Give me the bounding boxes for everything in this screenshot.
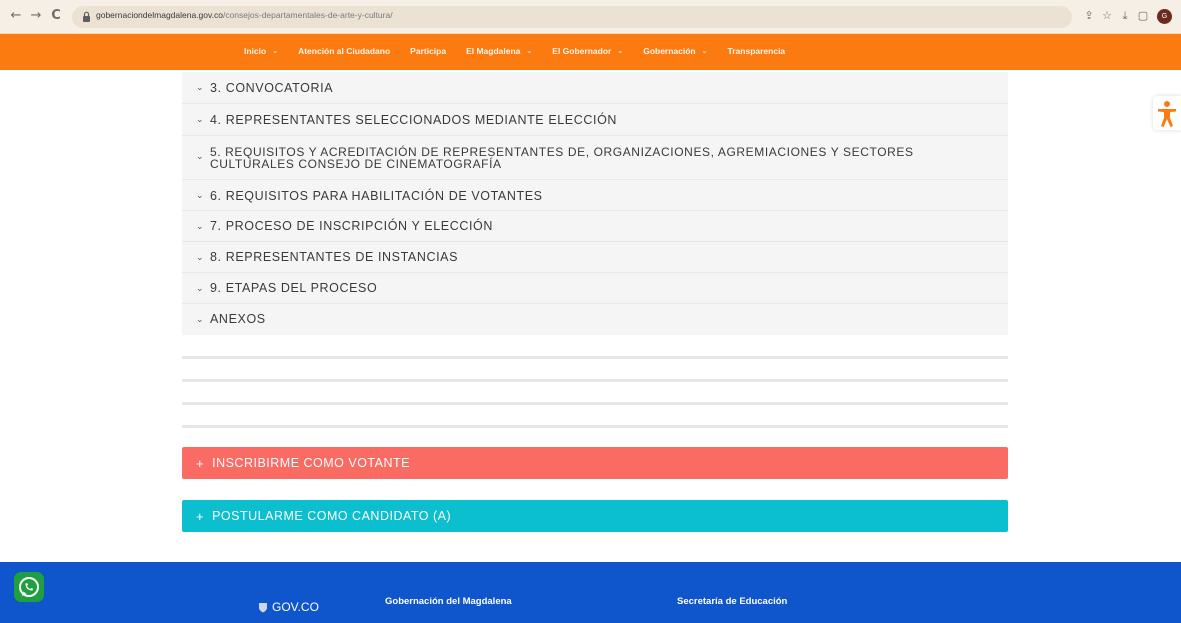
- chevron-down-icon: ⌄: [701, 48, 708, 55]
- accordion-item[interactable]: ⌄ 7. PROCESO DE INSCRIPCIÓN Y ELECCIÓN: [182, 211, 1008, 242]
- nav-item-label: El Magdalena: [466, 46, 521, 56]
- accordion-item[interactable]: ⌄ ANEXOS: [182, 304, 1008, 335]
- chevron-down-icon: ⌄: [196, 152, 204, 162]
- accessibility-widget[interactable]: [1153, 96, 1181, 130]
- govco-logo[interactable]: GOV.CO: [258, 600, 319, 614]
- chevron-down-icon: ⌄: [196, 315, 204, 325]
- nav-item-label: Participa: [410, 46, 447, 56]
- nav-item-el-gobernador[interactable]: El Gobernador ⌄: [552, 46, 623, 56]
- accordion-item-label: 5. REQUISITOS Y ACREDITACIÓN DE REPRESEN…: [210, 145, 914, 171]
- footer: [0, 562, 1181, 623]
- accordion-item-label: ANEXOS: [210, 312, 266, 326]
- accordion: ⌄ 3. CONVOCATORIA ⌄ 4. REPRESENTANTES SE…: [182, 72, 1008, 335]
- register-voter-label: INSCRIBIRME COMO VOTANTE: [212, 456, 410, 470]
- apply-candidate-label: POSTULARME COMO CANDIDATO (A): [212, 509, 452, 523]
- chevron-down-icon: ⌄: [526, 48, 533, 55]
- govco-shield-icon: [259, 602, 267, 612]
- chevron-down-icon: ⌄: [617, 48, 624, 55]
- register-voter-button[interactable]: + INSCRIBIRME COMO VOTANTE: [182, 447, 1008, 479]
- divider: [182, 425, 1008, 428]
- profile-avatar[interactable]: G: [1157, 9, 1172, 24]
- accordion-item[interactable]: ⌄ 4. REPRESENTANTES SELECCIONADOS MEDIAN…: [182, 104, 1008, 136]
- bookmark-star-icon[interactable]: ☆: [1100, 9, 1114, 23]
- nav-item-label: El Gobernador: [552, 46, 612, 56]
- divider: [182, 356, 1008, 359]
- plus-icon: +: [196, 455, 205, 471]
- accordion-item-label: 7. PROCESO DE INSCRIPCIÓN Y ELECCIÓN: [210, 219, 494, 233]
- accordion-item[interactable]: ⌄ 5. REQUISITOS Y ACREDITACIÓN DE REPRES…: [182, 136, 1008, 180]
- footer-col-title: Secretaría de Educación: [677, 596, 788, 607]
- apply-candidate-button[interactable]: + POSTULARME COMO CANDIDATO (A): [182, 500, 1008, 532]
- address-bar[interactable]: gobernaciondelmagdalena.gov.co/consejos-…: [72, 6, 1072, 28]
- accordion-item[interactable]: ⌄ 3. CONVOCATORIA: [182, 72, 1008, 104]
- chevron-down-icon: ⌄: [272, 48, 279, 55]
- main-navigation: Inicio ⌄ Atención al Ciudadano Participa El …: [0, 34, 1181, 70]
- nav-item-inicio[interactable]: Inicio ⌄: [244, 46, 278, 56]
- chevron-down-icon: ⌄: [196, 115, 204, 125]
- reload-icon[interactable]: C: [48, 8, 64, 24]
- chevron-down-icon: ⌄: [196, 222, 204, 232]
- accordion-item[interactable]: ⌄ 6. REQUISITOS PARA HABILITACIÓN DE VOT…: [182, 180, 1008, 211]
- accordion-item-label: 3. CONVOCATORIA: [210, 81, 334, 95]
- accordion-item-label: 9. ETAPAS DEL PROCESO: [210, 281, 378, 295]
- chevron-down-icon: ⌄: [196, 83, 204, 93]
- chevron-down-icon: ⌄: [196, 284, 204, 294]
- nav-item-transparencia[interactable]: Transparencia: [728, 46, 786, 56]
- govco-label: GOV.CO: [272, 600, 319, 614]
- whatsapp-icon[interactable]: [14, 572, 44, 602]
- nav-item-label: Transparencia: [727, 46, 786, 56]
- nav-item-atención-al-ciudadano[interactable]: Atención al Ciudadano: [298, 46, 390, 56]
- browser-toolbar: ← → C gobernaciondelmagdalena.gov.co/con…: [0, 0, 1181, 34]
- forward-icon[interactable]: →: [28, 8, 44, 24]
- back-icon[interactable]: ←: [8, 8, 24, 24]
- url-text: gobernaciondelmagdalena.gov.co/consejos-…: [96, 10, 393, 20]
- nav-item-label: Gobernación: [643, 46, 696, 56]
- share-icon[interactable]: ⇪: [1082, 9, 1096, 23]
- nav-item-el-magdalena[interactable]: El Magdalena ⌄: [466, 46, 532, 56]
- accessibility-icon: [1158, 101, 1176, 127]
- download-icon[interactable]: ⤓: [1118, 9, 1132, 23]
- accordion-item[interactable]: ⌄ 9. ETAPAS DEL PROCESO: [182, 273, 1008, 304]
- accordion-item-label: 8. REPRESENTANTES DE INSTANCIAS: [210, 250, 459, 264]
- nav-item-label: Inicio: [244, 46, 267, 56]
- accordion-item[interactable]: ⌄ 8. REPRESENTANTES DE INSTANCIAS: [182, 242, 1008, 273]
- plus-icon: +: [196, 508, 205, 524]
- sidepanel-icon[interactable]: ▢: [1136, 9, 1150, 23]
- nav-item-gobernación[interactable]: Gobernación ⌄: [643, 46, 707, 56]
- chevron-down-icon: ⌄: [196, 191, 204, 201]
- nav-item-label: Atención al Ciudadano: [298, 46, 391, 56]
- footer-col-title: Gobernación del Magdalena: [385, 596, 512, 607]
- divider: [182, 402, 1008, 405]
- nav-item-participa[interactable]: Participa: [410, 46, 446, 56]
- lock-icon: [83, 11, 90, 22]
- accordion-item-label: 6. REQUISITOS PARA HABILITACIÓN DE VOTAN…: [210, 189, 543, 203]
- divider: [182, 379, 1008, 382]
- chevron-down-icon: ⌄: [196, 253, 204, 263]
- accordion-item-label: 4. REPRESENTANTES SELECCIONADOS MEDIANTE…: [210, 113, 618, 127]
